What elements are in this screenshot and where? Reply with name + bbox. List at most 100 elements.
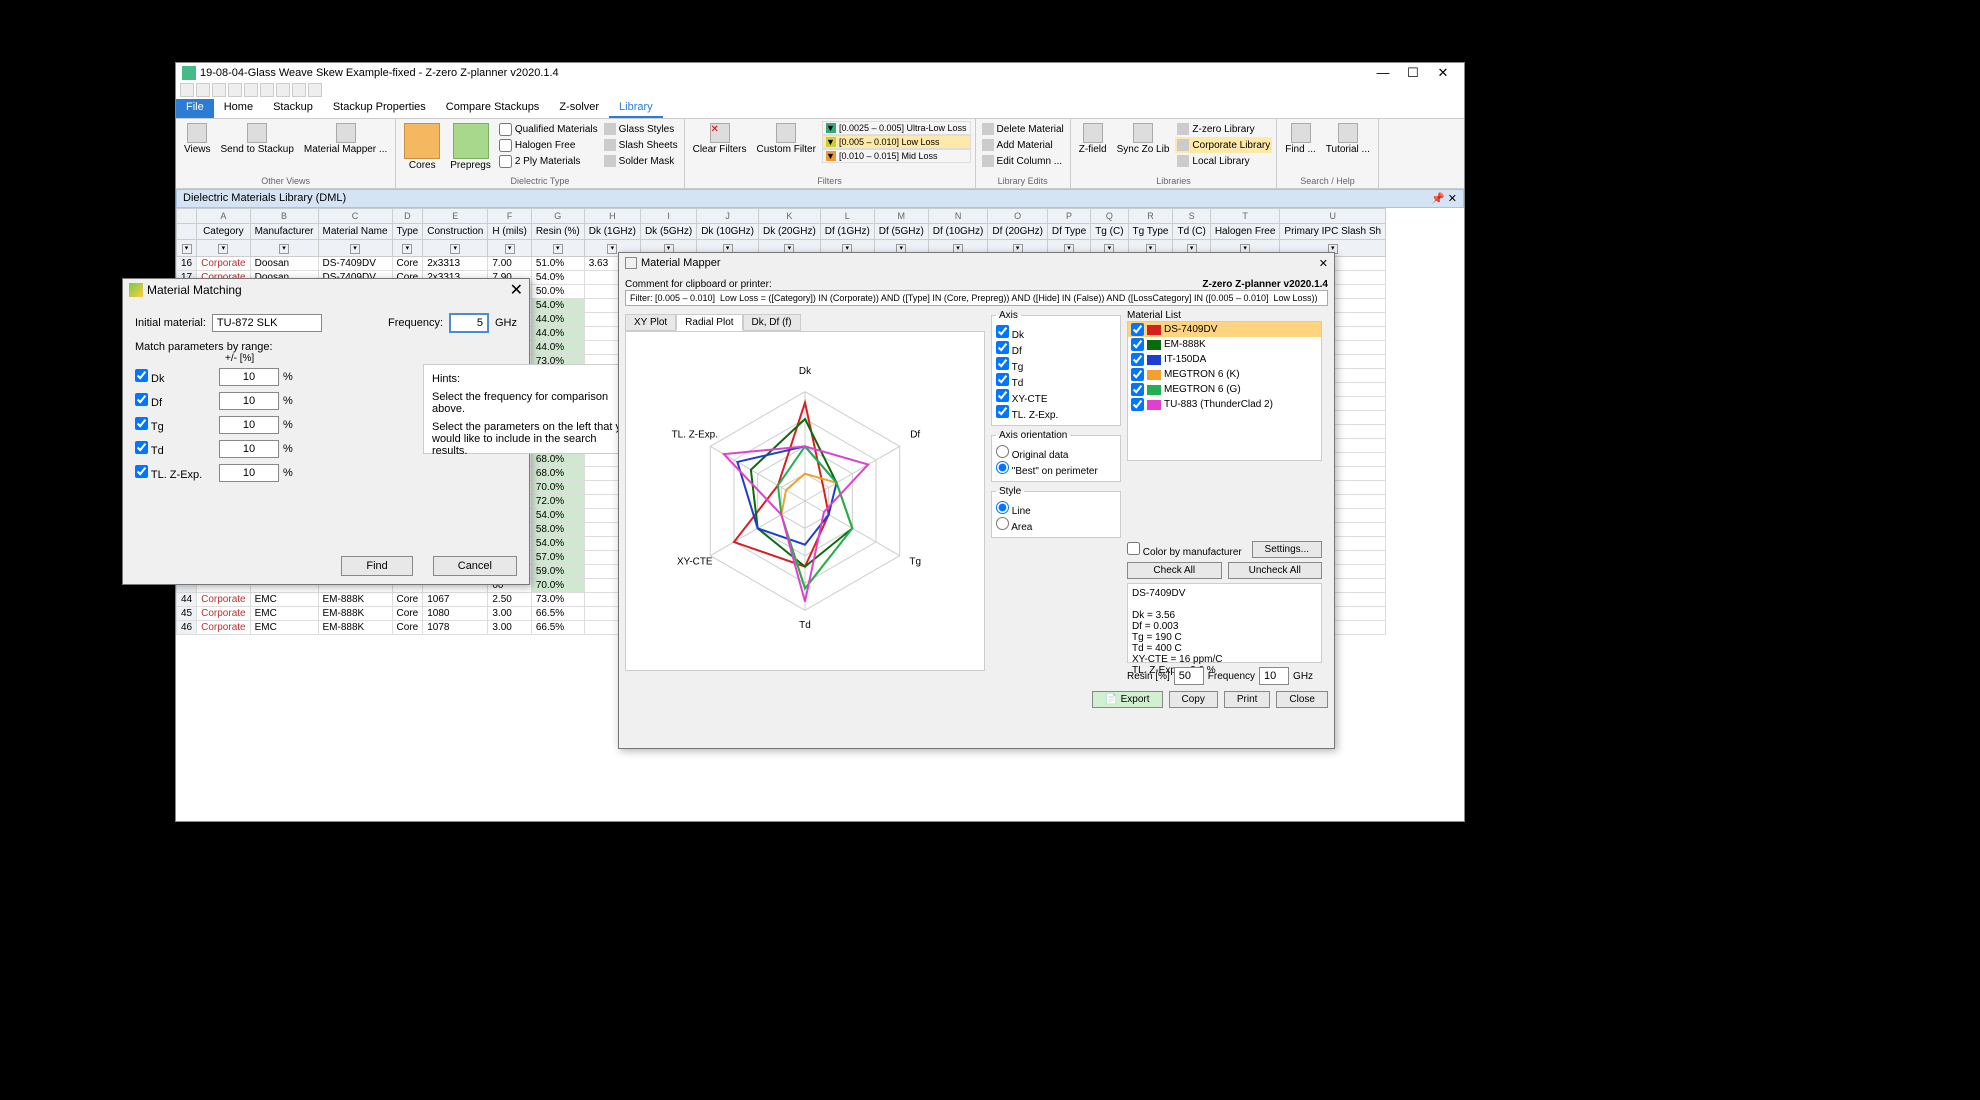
- initial-material-input[interactable]: [212, 314, 322, 332]
- clear-filters-button[interactable]: ✕Clear Filters: [689, 121, 751, 176]
- tab-dk-df[interactable]: Dk, Df (f): [743, 314, 801, 331]
- tab-home[interactable]: Home: [214, 99, 263, 118]
- resin-input[interactable]: [1174, 667, 1204, 685]
- find-button[interactable]: Find ...: [1281, 121, 1320, 176]
- halogen-free-check[interactable]: Halogen Free: [497, 137, 600, 153]
- material-item[interactable]: EM-888K: [1128, 337, 1321, 352]
- mapper-title: Material Mapper: [641, 257, 720, 269]
- zfield-button[interactable]: Z-field: [1075, 121, 1111, 176]
- local-library-button[interactable]: Local Library: [1175, 153, 1272, 169]
- qualified-materials-check[interactable]: Qualified Materials: [497, 121, 600, 137]
- custom-filter-button[interactable]: Custom Filter: [753, 121, 820, 176]
- orient-original[interactable]: Original data: [996, 450, 1068, 461]
- filter-low-loss[interactable]: ▼[0.005 – 0.010] Low Loss: [822, 135, 971, 149]
- qat-btn[interactable]: [308, 83, 322, 97]
- corporate-library-button[interactable]: Corporate Library: [1175, 137, 1272, 153]
- qat-btn[interactable]: [244, 83, 258, 97]
- qat-btn[interactable]: [196, 83, 210, 97]
- uncheck-all-button[interactable]: Uncheck All: [1228, 562, 1323, 579]
- tab-stackup-properties[interactable]: Stackup Properties: [323, 99, 436, 118]
- edit-column-button[interactable]: Edit Column ...: [980, 153, 1066, 169]
- axis-panel: Axis Dk Df Tg Td XY-CTE TL. Z-Exp.: [991, 310, 1121, 426]
- settings-button[interactable]: Settings...: [1252, 541, 1322, 558]
- filter-mid-loss[interactable]: ▼[0.010 – 0.015] Mid Loss: [822, 149, 971, 163]
- param-Tg[interactable]: Tg: [135, 417, 215, 433]
- mapper-close-button[interactable]: Close: [1276, 691, 1328, 708]
- axis-check-TL. Z-Exp.[interactable]: TL. Z-Exp.: [996, 410, 1058, 421]
- filter-ultra-low-loss[interactable]: ▼[0.0025 – 0.005] Ultra-Low Loss: [822, 121, 971, 135]
- axis-check-XY-CTE[interactable]: XY-CTE: [996, 394, 1048, 405]
- qat-btn[interactable]: [228, 83, 242, 97]
- param-TL. Z-Exp.-input[interactable]: [219, 464, 279, 482]
- style-line[interactable]: Line: [996, 506, 1031, 517]
- param-Tg-input[interactable]: [219, 416, 279, 434]
- qat-btn[interactable]: [276, 83, 290, 97]
- delete-material-button[interactable]: Delete Material: [980, 121, 1066, 137]
- param-Dk[interactable]: Dk: [135, 369, 215, 385]
- check-all-button[interactable]: Check All: [1127, 562, 1222, 579]
- cancel-button[interactable]: Cancel: [433, 556, 517, 576]
- material-info-box: DS-7409DV Dk = 3.56Df = 0.003Tg = 190 CT…: [1127, 583, 1322, 663]
- glass-styles-button[interactable]: Glass Styles: [602, 121, 680, 137]
- find-button[interactable]: Find: [341, 556, 412, 576]
- material-list[interactable]: DS-7409DVEM-888KIT-150DAMEGTRON 6 (K)MEG…: [1127, 321, 1322, 461]
- maximize-button[interactable]: ☐: [1398, 65, 1428, 81]
- tab-compare-stackups[interactable]: Compare Stackups: [436, 99, 550, 118]
- app-icon: [182, 66, 196, 80]
- panel-pin-icon[interactable]: 📌 ✕: [1431, 192, 1457, 205]
- close-button[interactable]: ✕: [1428, 65, 1458, 81]
- radar-chart: DkDfTgTdXY-CTETL. Z-Exp.: [625, 331, 985, 671]
- copy-button[interactable]: Copy: [1169, 691, 1218, 708]
- qat-btn[interactable]: [180, 83, 194, 97]
- axis-check-Df[interactable]: Df: [996, 346, 1022, 357]
- two-ply-check[interactable]: 2 Ply Materials: [497, 153, 600, 169]
- tab-xy-plot[interactable]: XY Plot: [625, 314, 676, 331]
- solder-mask-button[interactable]: Solder Mask: [602, 153, 680, 169]
- views-button[interactable]: Views: [180, 121, 215, 176]
- add-material-button[interactable]: Add Material: [980, 137, 1066, 153]
- filter-text-input[interactable]: [625, 290, 1328, 306]
- tab-file[interactable]: File: [176, 99, 214, 118]
- material-item[interactable]: DS-7409DV: [1128, 322, 1321, 337]
- param-Td-input[interactable]: [219, 440, 279, 458]
- dialog-close-button[interactable]: ✕: [510, 280, 523, 300]
- tab-library[interactable]: Library: [609, 99, 663, 118]
- param-TL. Z-Exp.[interactable]: TL. Z-Exp.: [135, 465, 215, 481]
- style-area[interactable]: Area: [996, 522, 1032, 533]
- material-mapper-button[interactable]: Material Mapper ...: [300, 121, 391, 176]
- qat-btn[interactable]: [260, 83, 274, 97]
- tab-stackup[interactable]: Stackup: [263, 99, 323, 118]
- orient-best[interactable]: "Best" on perimeter: [996, 466, 1098, 477]
- material-item[interactable]: TU-883 (ThunderClad 2): [1128, 397, 1321, 412]
- export-button[interactable]: 📄 Export: [1092, 691, 1162, 708]
- slash-sheets-button[interactable]: Slash Sheets: [602, 137, 680, 153]
- axis-check-Tg[interactable]: Tg: [996, 362, 1023, 373]
- tab-zsolver[interactable]: Z-solver: [549, 99, 609, 118]
- qat-btn[interactable]: [292, 83, 306, 97]
- quick-access-toolbar: [176, 83, 1464, 99]
- material-item[interactable]: MEGTRON 6 (K): [1128, 367, 1321, 382]
- mapper-close-button[interactable]: ✕: [1319, 257, 1328, 270]
- axis-check-Dk[interactable]: Dk: [996, 330, 1024, 341]
- mapper-frequency-input[interactable]: [1259, 667, 1289, 685]
- param-Dk-input[interactable]: [219, 368, 279, 386]
- zzero-library-button[interactable]: Z-zero Library: [1175, 121, 1272, 137]
- minimize-button[interactable]: —: [1368, 65, 1398, 81]
- sync-zo-lib-button[interactable]: Sync Zo Lib: [1113, 121, 1174, 176]
- svg-text:TL. Z-Exp.: TL. Z-Exp.: [672, 429, 718, 440]
- param-Td[interactable]: Td: [135, 441, 215, 457]
- tab-radial-plot[interactable]: Radial Plot: [676, 314, 742, 331]
- material-item[interactable]: IT-150DA: [1128, 352, 1321, 367]
- qat-btn[interactable]: [212, 83, 226, 97]
- color-by-mfr-check[interactable]: Color by manufacturer: [1127, 542, 1242, 558]
- axis-check-Td[interactable]: Td: [996, 378, 1023, 389]
- cores-button[interactable]: Cores: [400, 121, 444, 176]
- frequency-input[interactable]: [449, 313, 489, 333]
- send-to-stackup-button[interactable]: Send to Stackup: [217, 121, 298, 176]
- prepregs-button[interactable]: Prepregs: [446, 121, 495, 176]
- tutorial-button[interactable]: Tutorial ...: [1322, 121, 1374, 176]
- print-button[interactable]: Print: [1224, 691, 1271, 708]
- param-Df-input[interactable]: [219, 392, 279, 410]
- material-item[interactable]: MEGTRON 6 (G): [1128, 382, 1321, 397]
- param-Df[interactable]: Df: [135, 393, 215, 409]
